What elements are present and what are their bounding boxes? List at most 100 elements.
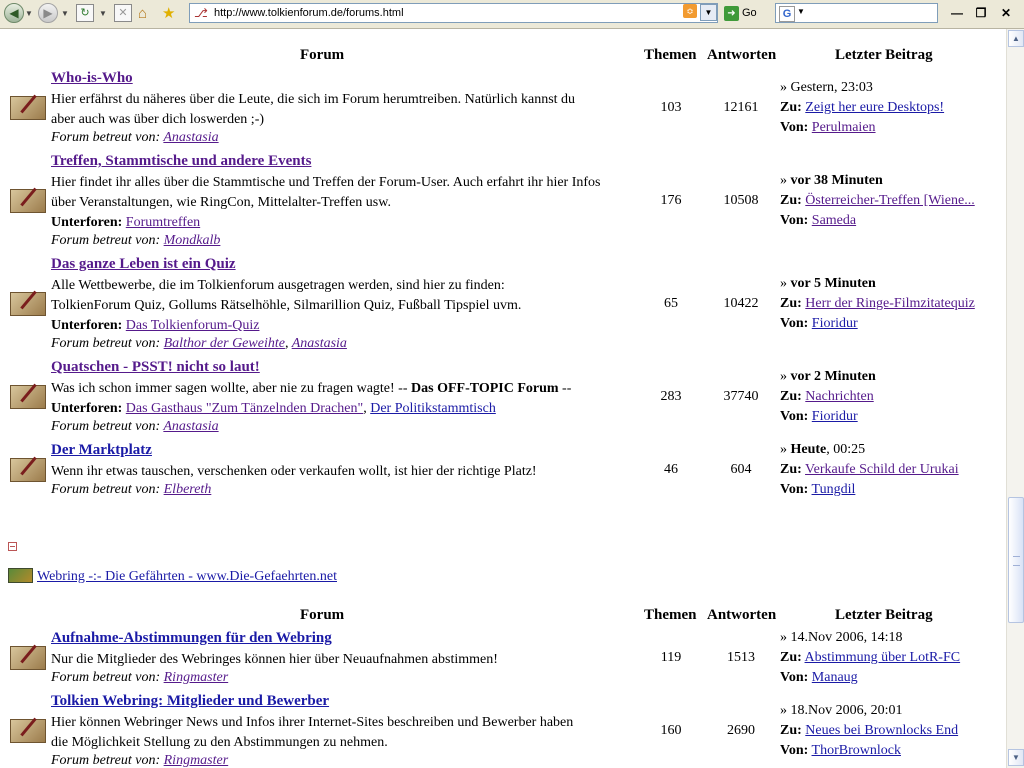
reply-count: 12161 — [723, 100, 759, 115]
forum-moderators: Forum betreut von: Elbereth — [51, 482, 211, 498]
forum-description: Wenn ihr etwas tauschen, verschenken ode… — [51, 464, 537, 479]
header-forum: Forum — [300, 47, 345, 63]
reload-dropdown[interactable]: ▼ — [99, 3, 107, 23]
last-post-time: » vor 38 Minuten — [780, 173, 883, 188]
last-post-arrow-icon[interactable]: » — [780, 630, 787, 645]
forum-icon — [10, 646, 46, 670]
last-post-user: Von: Perulmaien — [780, 120, 876, 136]
bookmark-button[interactable]: ★ — [162, 3, 175, 23]
forum-icon — [10, 96, 46, 120]
forward-button[interactable]: ▶ — [38, 3, 58, 23]
home-button[interactable]: ⌂ — [138, 3, 147, 23]
forum-description: Hier erfährst du näheres über die Leute,… — [51, 92, 576, 107]
address-bar[interactable]: ⎇ http://www.tolkienforum.de/forums.html — [189, 3, 718, 23]
moderator-link[interactable]: Ringmaster — [164, 670, 229, 685]
url-text[interactable]: http://www.tolkienforum.de/forums.html — [214, 7, 404, 19]
moderated-by-label: Forum betreut von: — [51, 336, 161, 351]
last-post-arrow-icon[interactable]: » — [780, 369, 787, 384]
scrollbar-thumb[interactable] — [1008, 497, 1024, 623]
url-history-dropdown[interactable]: ▼ — [700, 4, 717, 21]
forum-moderators: Forum betreut von: Ringmaster — [51, 753, 228, 768]
last-post-user: Von: Tungdil — [780, 482, 855, 498]
last-post-user-link[interactable]: Manaug — [812, 670, 858, 685]
subforum-link[interactable]: Forumtreffen — [126, 215, 200, 230]
reply-count: 604 — [730, 462, 752, 477]
last-post-arrow-icon[interactable]: » — [780, 442, 787, 457]
subforum-link[interactable]: Das Gasthaus "Zum Tänzelnden Drachen" — [126, 401, 363, 416]
last-post-topic-link[interactable]: Neues bei Brownlocks End — [805, 723, 958, 738]
forward-icon: ▶ — [38, 3, 58, 23]
collapse-category-button[interactable] — [8, 542, 17, 551]
last-post-topic-link[interactable]: Zeigt her eure Desktops! — [805, 100, 944, 115]
last-post-user-link[interactable]: Fioridur — [812, 316, 858, 331]
forum-title-link[interactable]: Who-is-Who — [51, 70, 133, 87]
forward-history-dropdown[interactable]: ▼ — [61, 3, 69, 23]
webring-category-link[interactable]: Webring -:- Die Gefährten - www.Die-Gefa… — [37, 569, 337, 585]
last-post-topic-link[interactable]: Abstimmung über LotR-FC — [805, 650, 961, 665]
forum-title-link[interactable]: Treffen, Stammtische und andere Events — [51, 153, 311, 170]
last-post-topic: Zu: Herr der Ringe-Filmzitatequiz — [780, 296, 975, 312]
reply-count: 10422 — [723, 296, 759, 311]
header-forum: Forum — [300, 607, 345, 623]
topic-count: 46 — [664, 462, 678, 477]
last-post-topic-link[interactable]: Herr der Ringe-Filmzitatequiz — [805, 296, 975, 311]
forum-title-link[interactable]: Aufnahme-Abstimmungen für den Webring — [51, 630, 332, 647]
restore-button[interactable]: ❐ — [972, 5, 990, 21]
moderated-by-label: Forum betreut von: — [51, 419, 161, 434]
forum-title-link[interactable]: Tolkien Webring: Mitglieder und Bewerber — [51, 693, 329, 710]
last-post-arrow-icon[interactable]: » — [780, 173, 787, 188]
subforum-link[interactable]: Der Politikstammtisch — [370, 401, 496, 416]
back-history-dropdown[interactable]: ▼ — [25, 3, 33, 23]
last-post-user-link[interactable]: Tungdil — [812, 482, 856, 497]
reload-button[interactable]: ↻ — [76, 3, 94, 23]
moderator-link[interactable]: Balthor der Geweihte — [164, 336, 285, 351]
back-icon: ◀ — [4, 3, 24, 23]
close-window-button[interactable]: ✕ — [997, 5, 1015, 21]
last-post-topic-link[interactable]: Verkaufe Schild der Urukai — [805, 462, 959, 477]
moderator-link[interactable]: Anastasia — [163, 419, 218, 434]
go-label: Go — [742, 7, 757, 19]
moderator-link[interactable]: Anastasia — [292, 336, 347, 351]
last-post-time: » 14.Nov 2006, 14:18 — [780, 630, 903, 645]
last-post-arrow-icon[interactable]: » — [780, 80, 787, 95]
moderator-link[interactable]: Elbereth — [164, 482, 212, 497]
forum-description: die Möglichkeit Stellung zu den Abstimmu… — [51, 735, 388, 750]
last-post-topic-link[interactable]: Nachrichten — [805, 389, 873, 404]
vertical-scrollbar[interactable]: ▲ ▼ — [1006, 29, 1024, 768]
search-input[interactable]: G ▼ — [775, 3, 938, 23]
last-post-user-link[interactable]: Sameda — [812, 213, 856, 228]
header-replies: Antworten — [707, 47, 777, 63]
moderator-link[interactable]: Anastasia — [163, 130, 218, 145]
scroll-up-button[interactable]: ▲ — [1008, 30, 1024, 47]
last-post-topic-link[interactable]: Österreicher-Treffen [Wiene... — [805, 193, 974, 208]
forum-icon — [10, 719, 46, 743]
forum-title-link[interactable]: Quatschen - PSST! nicht so laut! — [51, 359, 260, 376]
last-post-arrow-icon[interactable]: » — [780, 276, 787, 291]
last-post-arrow-icon[interactable]: » — [780, 703, 787, 718]
to-label: Zu: — [780, 193, 802, 208]
star-icon: ★ — [162, 5, 176, 22]
forum-title-link[interactable]: Der Marktplatz — [51, 442, 152, 459]
header-last-post: Letzter Beitrag — [835, 607, 933, 623]
header-replies: Antworten — [707, 607, 777, 623]
last-post-user: Von: ThorBrownlock — [780, 743, 901, 759]
moderator-link[interactable]: Mondkalb — [164, 233, 221, 248]
to-label: Zu: — [780, 389, 802, 404]
last-post-user-link[interactable]: ThorBrownlock — [812, 743, 901, 758]
minimize-button[interactable]: — — [948, 5, 966, 21]
back-button[interactable]: ◀ — [4, 3, 24, 23]
search-engine-icon[interactable]: G — [779, 6, 795, 22]
last-post-user-link[interactable]: Perulmaien — [812, 120, 876, 135]
moderator-link[interactable]: Ringmaster — [164, 753, 229, 768]
scroll-down-button[interactable]: ▼ — [1008, 749, 1024, 766]
search-engine-dropdown[interactable]: ▼ — [797, 7, 805, 16]
last-post-time: » vor 5 Minuten — [780, 276, 876, 291]
stop-button[interactable]: ✕ — [114, 3, 132, 23]
last-post-user-link[interactable]: Fioridur — [812, 409, 858, 424]
last-post-topic: Zu: Nachrichten — [780, 389, 874, 405]
subforum-link[interactable]: Das Tolkienforum-Quiz — [126, 318, 260, 333]
forum-title-link[interactable]: Das ganze Leben ist ein Quiz — [51, 256, 236, 273]
go-button[interactable]: ➜ Go — [724, 4, 757, 22]
header-topics: Themen — [644, 607, 697, 623]
rss-icon[interactable]: ≎ — [683, 4, 697, 18]
